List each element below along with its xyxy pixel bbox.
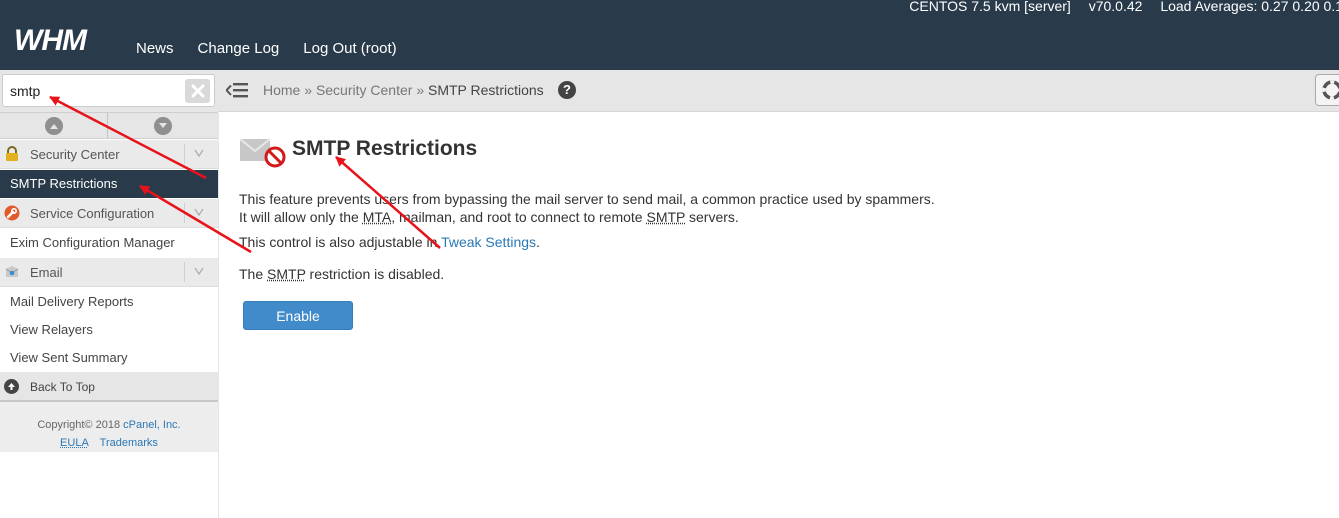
breadcrumb: Home » Security Center » SMTP Restrictio…	[263, 82, 544, 98]
nav-news[interactable]: News	[136, 40, 174, 57]
breadcrumb-current: SMTP Restrictions	[428, 82, 544, 98]
eula-link[interactable]: EULA	[60, 437, 89, 449]
lock-icon	[6, 146, 18, 161]
text-fragment: The	[239, 266, 268, 282]
text-fragment: restriction is disabled.	[305, 266, 445, 282]
text-fragment: servers.	[685, 209, 739, 225]
sidebar-footer: Copyright© 2018 cPanel, Inc. EULA Tradem…	[0, 402, 218, 452]
back-to-top-label: Back To Top	[30, 380, 95, 394]
whm-logo[interactable]: WHM	[14, 26, 116, 54]
up-arrow-circle-icon	[4, 379, 19, 394]
text-fragment: .	[536, 234, 540, 250]
breadcrumb-home[interactable]: Home	[263, 82, 300, 98]
server-version: v70.0.42	[1088, 0, 1143, 14]
main-content: SMTP Restrictions This feature prevents …	[218, 113, 1339, 518]
text-fragment: It will allow only the	[239, 209, 363, 225]
search-input[interactable]	[2, 74, 215, 107]
chevron-down-icon[interactable]	[194, 145, 204, 161]
breadcrumb-bar: Home » Security Center » SMTP Restrictio…	[218, 70, 1339, 112]
copyright-line: Copyright© 2018 cPanel, Inc.	[0, 416, 218, 434]
category-divider	[184, 262, 185, 282]
trademarks-link[interactable]: Trademarks	[100, 437, 158, 449]
category-security-center[interactable]: Security Center	[0, 140, 218, 169]
sidebar-item-smtp-restrictions[interactable]: SMTP Restrictions	[0, 170, 218, 198]
mail-icon	[5, 266, 19, 277]
cpanel-link[interactable]: cPanel, Inc.	[123, 419, 180, 431]
sidebar-item-view-sent-summary[interactable]: View Sent Summary	[0, 344, 218, 372]
search-clear-icon[interactable]	[185, 79, 210, 103]
breadcrumb-separator: »	[304, 82, 316, 98]
page-title: SMTP Restrictions	[292, 137, 478, 160]
down-circle-icon	[154, 116, 172, 135]
smtp-abbr: SMTP	[646, 209, 686, 225]
tweak-settings-link[interactable]: Tweak Settings	[441, 234, 536, 250]
tweak-settings-note: This control is also adjustable in Tweak…	[239, 234, 540, 250]
smtp-abbr: SMTP	[267, 266, 306, 282]
text-fragment: , mailman, and root to connect to remote	[391, 209, 647, 225]
back-to-top-button[interactable]: Back To Top	[0, 372, 218, 402]
category-service-configuration[interactable]: Service Configuration	[0, 199, 218, 228]
logo-text: WHM	[14, 26, 88, 54]
load-averages: Load Averages: 0.27 0.20 0.1	[1160, 0, 1339, 14]
legal-links: EULA Trademarks	[0, 434, 218, 452]
collapse-expand-row	[0, 112, 218, 139]
category-label: Security Center	[30, 147, 120, 162]
top-header: CENTOS 7.5 kvm [server] v70.0.42 Load Av…	[0, 0, 1339, 70]
wrench-icon	[4, 205, 20, 221]
restriction-status: The SMTP restriction is disabled.	[239, 266, 444, 282]
description-line-2: It will allow only the MTA, mailman, and…	[239, 208, 935, 226]
server-os: CENTOS 7.5 kvm [server]	[909, 0, 1071, 14]
collapse-all-button[interactable]	[0, 113, 108, 138]
mta-abbr: MTA	[362, 209, 392, 225]
whm-window: CENTOS 7.5 kvm [server] v70.0.42 Load Av…	[0, 0, 1339, 518]
category-email[interactable]: Email	[0, 258, 218, 287]
sidebar-item-mail-delivery-reports[interactable]: Mail Delivery Reports	[0, 288, 218, 316]
sidebar: Security Center SMTP Restrictions Servic…	[0, 70, 218, 518]
expand-all-button[interactable]	[109, 113, 217, 138]
sidebar-search	[0, 70, 218, 112]
category-divider	[184, 144, 185, 164]
enable-button[interactable]: Enable	[243, 301, 353, 330]
copyright-text: Copyright© 2018	[37, 419, 121, 431]
breadcrumb-security-center[interactable]: Security Center	[316, 82, 412, 98]
chevron-down-icon[interactable]	[194, 204, 204, 220]
breadcrumb-separator: »	[416, 82, 428, 98]
nav-change-log[interactable]: Change Log	[198, 40, 280, 57]
top-nav: News Change Log Log Out (root)	[136, 40, 397, 57]
smtp-blocked-icon	[239, 138, 286, 168]
sidebar-item-exim-configuration-manager[interactable]: Exim Configuration Manager	[0, 229, 218, 257]
description-line-1: This feature prevents users from bypassi…	[239, 191, 935, 207]
category-divider	[184, 203, 185, 223]
help-icon[interactable]: ?	[558, 81, 576, 99]
chevron-down-icon[interactable]	[194, 263, 204, 279]
up-circle-icon	[44, 116, 63, 135]
menu-toggle-icon[interactable]	[226, 81, 248, 99]
sidebar-item-view-relayers[interactable]: View Relayers	[0, 316, 218, 344]
category-label: Email	[30, 265, 63, 280]
feature-description: This feature prevents users from bypassi…	[239, 190, 935, 226]
category-label: Service Configuration	[30, 206, 155, 221]
lifebuoy-icon[interactable]	[1315, 74, 1339, 106]
text-fragment: This control is also adjustable in	[239, 234, 442, 250]
nav-logout[interactable]: Log Out (root)	[303, 40, 396, 57]
server-info: CENTOS 7.5 kvm [server] v70.0.42 Load Av…	[895, 0, 1339, 14]
